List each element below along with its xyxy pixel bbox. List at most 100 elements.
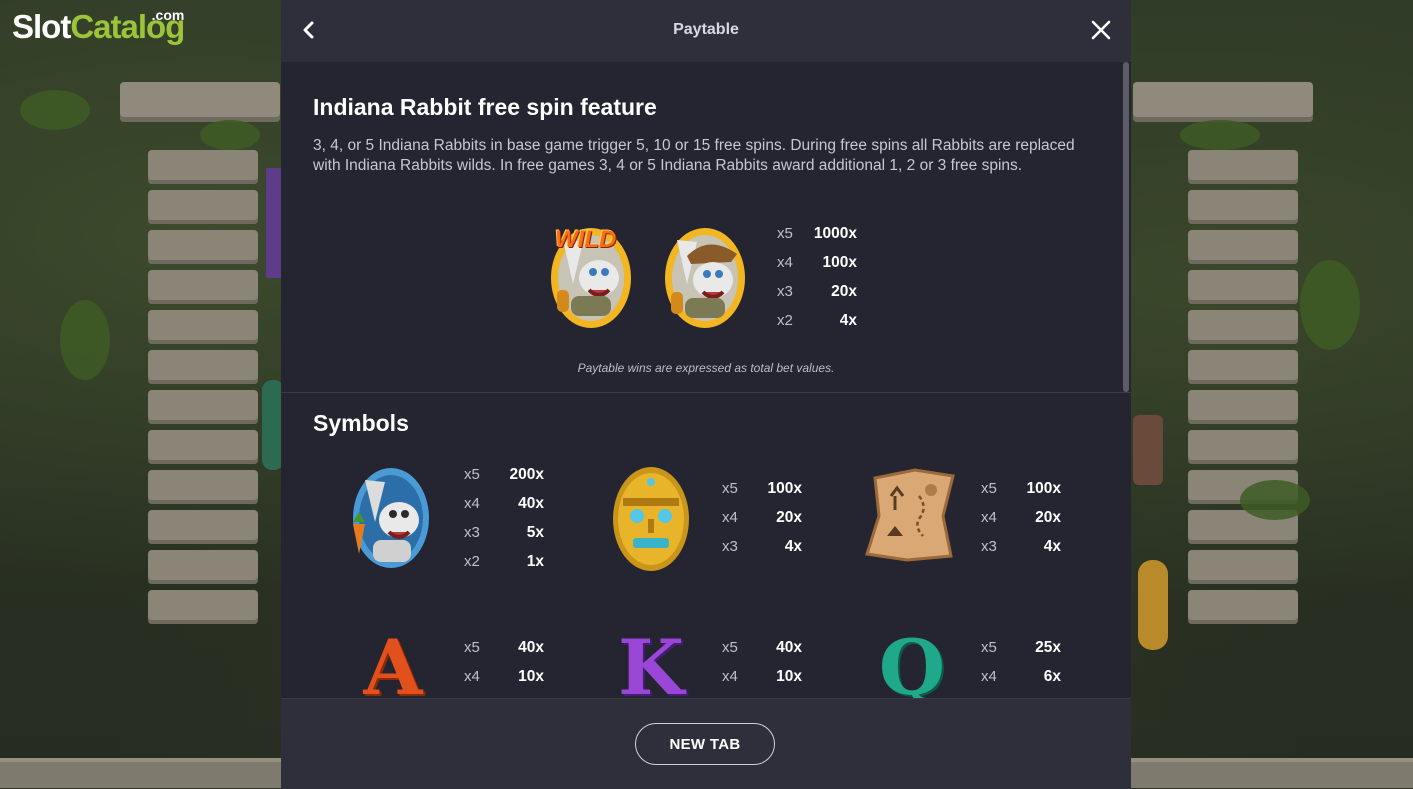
pay-row: x5 100x: [981, 480, 1061, 509]
pay-count: x5: [981, 480, 997, 497]
pay-row: x5 40x: [722, 639, 802, 668]
pay-count: x4: [464, 495, 480, 512]
pay-count: x4: [722, 509, 738, 526]
pay-count: x3: [981, 538, 997, 555]
logo-com-text: .com: [151, 7, 185, 23]
modal-title: Paytable: [673, 21, 739, 38]
right-pillar: [1188, 90, 1298, 710]
pay-value: 40x: [776, 639, 802, 656]
indiana-rabbit-symbol: [657, 220, 753, 332]
pay-value: 20x: [1035, 509, 1061, 526]
new-tab-button[interactable]: NEW TAB: [635, 723, 775, 765]
treasure-map-paytable: x5 100x x4 20x x3 4x: [981, 480, 1061, 570]
close-icon: [1091, 20, 1111, 40]
wild-rabbit-symbol: WILD: [543, 220, 639, 332]
pay-count: x4: [722, 668, 738, 685]
pay-count: x3: [777, 283, 793, 300]
pay-row: x4 6x: [981, 668, 1061, 697]
pay-row: x3 4x: [981, 538, 1061, 567]
pay-value: 20x: [831, 283, 857, 300]
pay-value: 40x: [518, 639, 544, 656]
pay-count: x4: [981, 668, 997, 685]
right-gold-ornament: [1138, 560, 1168, 650]
paytable-content[interactable]: Indiana Rabbit free spin feature 3, 4, o…: [281, 62, 1131, 698]
letter-k-symbol: K: [611, 623, 691, 699]
left-purple-ornament: [266, 168, 282, 278]
paytable-modal: Paytable Indiana Rabbit free spin featur…: [281, 0, 1131, 789]
pay-row: x3 4x: [722, 538, 802, 567]
rabbit-symbol: [343, 462, 439, 574]
feature-description: 3, 4, or 5 Indiana Rabbits in base game …: [313, 137, 1075, 174]
letter-a-glyph: A: [363, 623, 423, 699]
pay-count: x3: [722, 538, 738, 555]
pay-value: 4x: [839, 312, 857, 329]
pay-count: x2: [464, 553, 480, 570]
pay-value: 4x: [784, 538, 802, 555]
pay-count: x5: [464, 466, 480, 483]
pay-row: x2 1x: [464, 553, 544, 582]
pay-count: x5: [722, 480, 738, 497]
symbols-title: Symbols: [313, 410, 409, 436]
paytable-note: Paytable wins are expressed as total bet…: [577, 361, 835, 375]
pay-value: 1x: [526, 553, 544, 570]
pay-count: x4: [777, 254, 793, 271]
feature-paytable: x5 1000x x4 100x x3 20x x2 4x: [777, 225, 857, 341]
golden-mask-paytable: x5 100x x4 20x x3 4x: [722, 480, 802, 570]
pay-count: x2: [777, 312, 793, 329]
pay-row: x4 10x: [464, 668, 544, 697]
pay-count: x5: [777, 225, 793, 242]
rabbit-paytable: x5 200x x4 40x x3 5x x2 1x: [464, 466, 544, 582]
pay-row: x5 25x: [981, 639, 1061, 668]
modal-footer: NEW TAB: [281, 698, 1131, 789]
section-divider: [281, 392, 1131, 393]
letter-a-paytable: x5 40x x4 10x: [464, 639, 544, 698]
pay-row: x2 4x: [777, 312, 857, 341]
pay-count: x5: [981, 639, 997, 656]
treasure-map-symbol: [861, 466, 959, 566]
feature-title: Indiana Rabbit free spin feature: [313, 94, 657, 120]
modal-header: Paytable: [281, 0, 1131, 62]
logo-slot-text: Slot: [12, 8, 71, 45]
golden-mask-symbol: [609, 464, 693, 574]
pay-row: x3 5x: [464, 524, 544, 553]
pay-row: x4 20x: [722, 509, 802, 538]
pay-value: 10x: [518, 668, 544, 685]
pay-value: 10x: [776, 668, 802, 685]
pay-row: x5 100x: [722, 480, 802, 509]
pay-count: x4: [981, 509, 997, 526]
pay-row: x5 1000x: [777, 225, 857, 254]
letter-k-paytable: x5 40x x4 10x: [722, 639, 802, 698]
pay-value: 6x: [1043, 668, 1061, 685]
pay-row: x3 20x: [777, 283, 857, 312]
pay-row: x4 100x: [777, 254, 857, 283]
letter-q-paytable: x5 25x x4 6x: [981, 639, 1061, 698]
pay-value: 100x: [822, 254, 857, 271]
pay-value: 40x: [518, 495, 544, 512]
pay-value: 4x: [1043, 538, 1061, 555]
pay-count: x5: [464, 639, 480, 656]
pay-row: x5 200x: [464, 466, 544, 495]
pay-value: 100x: [767, 480, 802, 497]
pay-value: 200x: [509, 466, 544, 483]
pay-value: 100x: [1026, 480, 1061, 497]
letter-q-glyph: Q: [878, 623, 946, 699]
content-scrollbar[interactable]: [1123, 62, 1129, 392]
right-wood-ornament: [1133, 415, 1163, 485]
pay-value: 20x: [776, 509, 802, 526]
pay-value: 1000x: [813, 225, 857, 242]
pay-row: x4 40x: [464, 495, 544, 524]
letter-q-symbol: Q: [867, 623, 957, 699]
pay-value: 25x: [1035, 639, 1061, 656]
pay-row: x4 20x: [981, 509, 1061, 538]
pay-count: x3: [464, 524, 480, 541]
left-pillar: [148, 90, 258, 710]
wild-label: WILD: [555, 226, 617, 253]
pay-count: x4: [464, 668, 480, 685]
slotcatalog-logo[interactable]: SlotCatalog .com: [12, 7, 185, 45]
close-button[interactable]: [1087, 16, 1115, 44]
pay-row: x4 10x: [722, 668, 802, 697]
pay-value: 5x: [526, 524, 544, 541]
letter-k-glyph: K: [617, 623, 685, 699]
pay-row: x5 40x: [464, 639, 544, 668]
letter-a-symbol: A: [353, 623, 433, 699]
